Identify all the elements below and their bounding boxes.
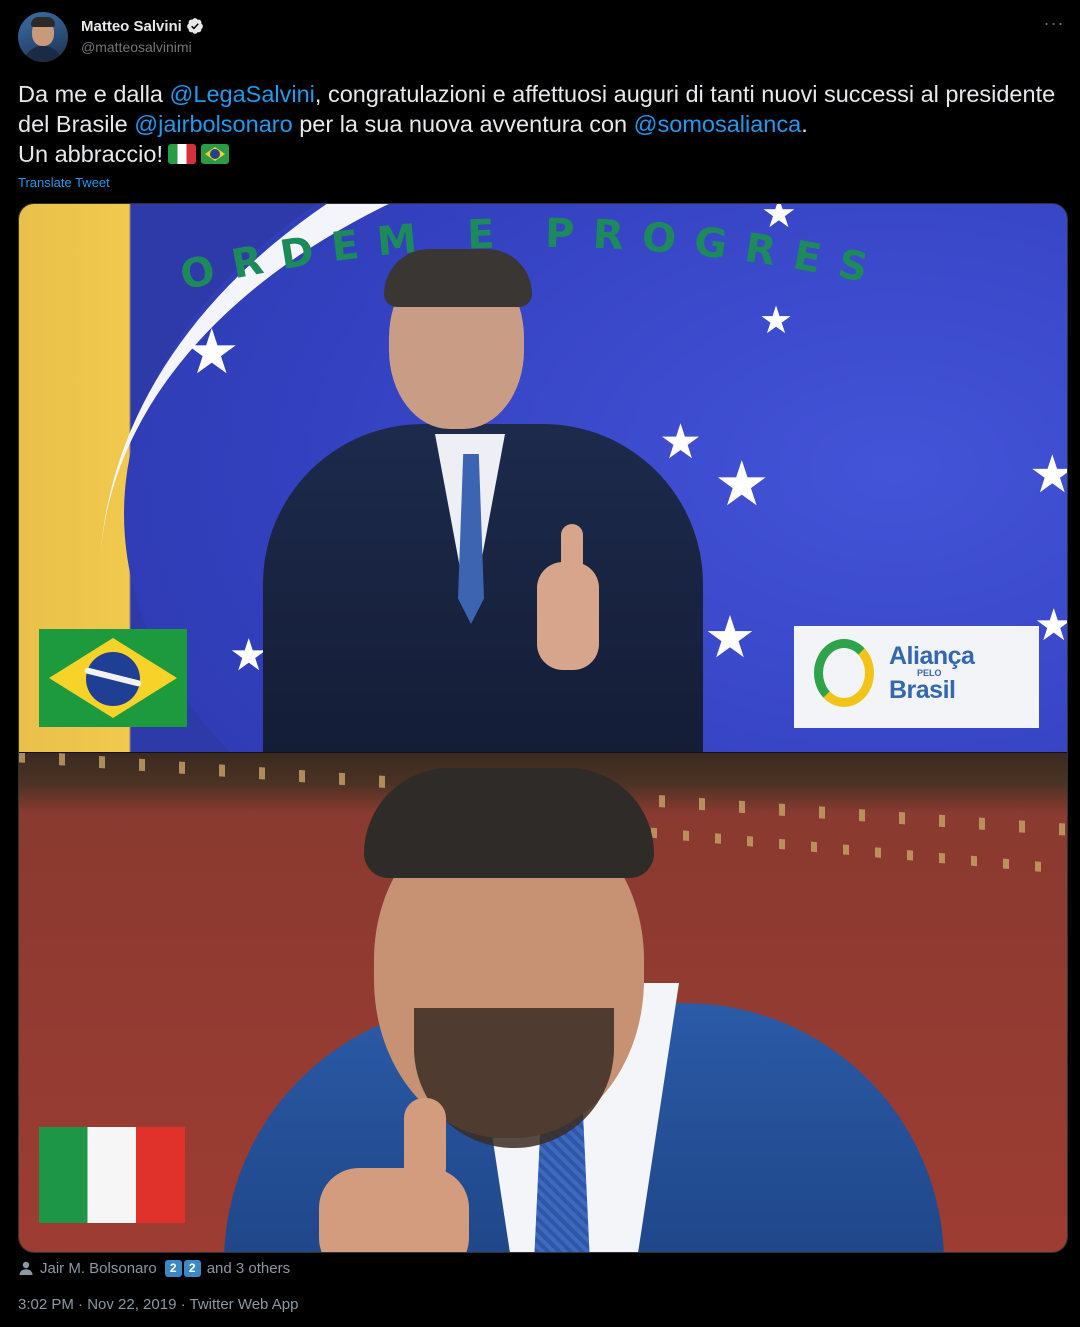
thumbs-up-hand [319,1168,469,1252]
mention-jairbolsonaro[interactable]: @jairbolsonaro [134,111,292,137]
liked-by-others[interactable]: and 3 others [207,1260,290,1277]
avatar[interactable] [18,12,68,62]
tweet-text-part: . [801,111,808,137]
author-name[interactable]: Matteo Salvini [81,18,182,35]
gallery-rail [619,824,1067,876]
tweet-media[interactable]: ORDEM E PROGRES ★ ★ ★ ★ ★ ★ ★ ★ ★ ★ Alia… [18,203,1068,1253]
liked-by-row[interactable]: Jair M. Bolsonaro 22 and 3 others [18,1259,290,1277]
tweet-text-part: Un abbraccio! [18,141,163,167]
keycap-badge: 2 [183,1260,201,1277]
person-hair [384,249,532,307]
person-hair [364,768,654,878]
keycap-two-emoji-icon: 22 [163,1259,201,1277]
translate-tweet-link[interactable]: Translate Tweet [18,175,110,190]
more-options-icon[interactable]: ··· [1040,14,1068,36]
tweet-text-part: per la sua nuova avventura con [292,111,634,137]
star-icon: ★ [714,450,770,519]
liked-by-name[interactable]: Jair M. Bolsonaro [40,1260,157,1277]
keycap-badge: 2 [164,1260,182,1277]
star-icon: ★ [184,318,240,387]
salvini-photo[interactable] [19,753,1067,1252]
person-figure [263,424,703,752]
verified-badge-icon [186,18,203,34]
avatar-hair [31,17,55,27]
mention-somosalianca[interactable]: @somosalianca [634,111,802,137]
name-row: Matteo Salvini [81,17,204,35]
brazil-flag-emoji-icon [201,144,229,164]
person-icon [19,1261,33,1275]
tweet-text-part: Da me e dalla [18,81,170,107]
bolsonaro-photo[interactable]: ORDEM E PROGRES ★ ★ ★ ★ ★ ★ ★ ★ ★ ★ Alia… [19,204,1067,752]
author-handle[interactable]: @matteosalvinimi [81,39,192,55]
logo-text-alianca: Aliança [889,642,975,670]
logo-text-brasil: Brasil [889,676,956,704]
italy-flag-icon [39,1127,185,1223]
tweet-timestamp-source[interactable]: 3:02 PM · Nov 22, 2019 · Twitter Web App [18,1296,298,1313]
star-icon: ★ [1029,449,1067,501]
star-icon: ★ [704,605,756,670]
alianca-ring-icon [814,639,874,707]
tweet-header: Matteo Salvini @matteosalvinimi ··· [18,12,1068,64]
italy-flag-emoji-icon [168,144,196,164]
star-icon: ★ [761,204,797,236]
mention-legasalvini[interactable]: @LegaSalvini [170,81,315,107]
star-icon: ★ [759,300,794,342]
avatar-body [24,46,62,62]
brazil-flag-icon [39,629,187,727]
alianca-pelo-brasil-logo: Aliança PELO Brasil [794,626,1039,728]
tweet-text: Da me e dalla @LegaSalvini, congratulazi… [18,79,1058,169]
thumbs-up-hand [537,524,599,670]
